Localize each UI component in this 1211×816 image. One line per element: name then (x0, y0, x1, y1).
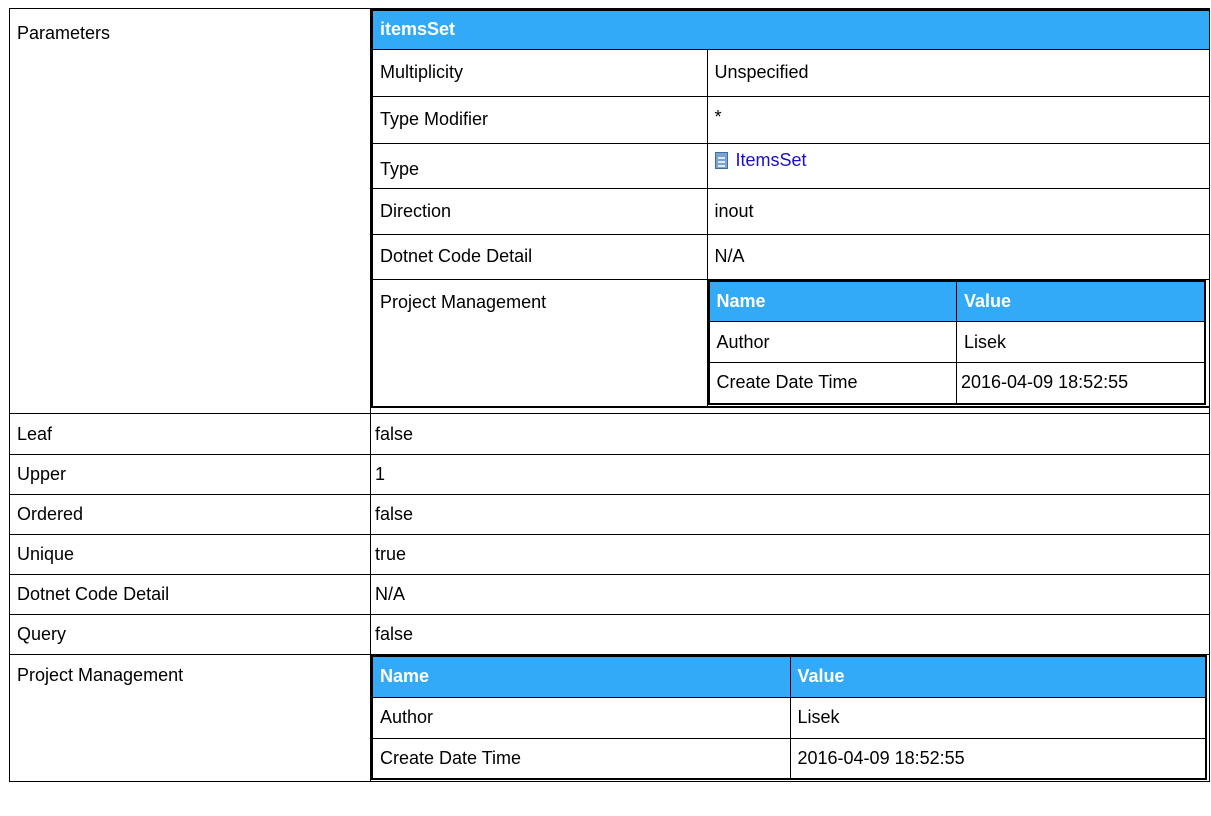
param-project-management-table: Name Value Author Lisek Create Date Time… (708, 280, 1206, 405)
pm-author-value: Lisek (789, 696, 1207, 739)
class-doc-icon (714, 151, 728, 169)
leaf-label: Leaf (9, 413, 371, 455)
query-label: Query (9, 614, 371, 655)
param-value-dotnet-code-detail: N/A (706, 233, 1209, 280)
param-value-type-modifier: * (706, 95, 1209, 144)
param-label-type: Type (371, 142, 708, 189)
upper-value: 1 (370, 454, 1210, 495)
param-pm-cell: Name Value Author Lisek Create Date Time… (706, 278, 1209, 408)
parameters-label: Parameters (9, 8, 371, 414)
parameter-itemsset-table: itemsSet Multiplicity Unspecified Type M… (371, 9, 1209, 408)
param-label-direction: Direction (371, 187, 708, 235)
properties-table: Parameters itemsSet Multiplicity Unspeci… (9, 8, 1210, 782)
pm-header-name: Name (372, 656, 790, 697)
upper-label: Upper (9, 454, 371, 495)
project-management-label: Project Management (9, 654, 371, 782)
type-link-itemsset[interactable]: ItemsSet (736, 150, 807, 170)
param-value-type: ItemsSet (706, 142, 1209, 189)
param-pm-header-name: Name (708, 280, 957, 322)
param-pm-create-date-value: 2016-04-09 18:52:55 (956, 362, 1205, 404)
param-label-dotnet-code-detail: Dotnet Code Detail (371, 233, 708, 280)
param-pm-create-date-label: Create Date Time (708, 362, 957, 404)
param-value-multiplicity: Unspecified (706, 48, 1209, 97)
param-pm-author-value: Lisek (956, 321, 1205, 363)
param-label-project-management: Project Management (371, 278, 708, 408)
project-management-table: Name Value Author Lisek Create Date Time… (371, 655, 1207, 780)
param-pm-author-label: Author (708, 321, 957, 363)
pm-create-date-label: Create Date Time (371, 737, 791, 780)
ordered-value: false (370, 494, 1210, 535)
param-label-type-modifier: Type Modifier (371, 95, 708, 144)
pm-header-value: Value (789, 656, 1206, 697)
param-pm-header-value: Value (956, 280, 1205, 322)
ordered-label: Ordered (9, 494, 371, 535)
unique-value: true (370, 534, 1210, 575)
project-management-cell: Name Value Author Lisek Create Date Time… (370, 654, 1210, 782)
leaf-value: false (370, 413, 1210, 455)
dotnet-code-detail-label: Dotnet Code Detail (9, 574, 371, 615)
parameter-name-header: itemsSet (372, 10, 1209, 49)
param-value-direction: inout (706, 187, 1209, 235)
query-value: false (370, 614, 1210, 655)
pm-author-label: Author (371, 696, 791, 739)
dotnet-code-detail-value: N/A (370, 574, 1210, 615)
parameters-cell: itemsSet Multiplicity Unspecified Type M… (370, 8, 1210, 414)
unique-label: Unique (9, 534, 371, 575)
pm-create-date-value: 2016-04-09 18:52:55 (789, 737, 1207, 780)
param-label-multiplicity: Multiplicity (371, 48, 708, 97)
